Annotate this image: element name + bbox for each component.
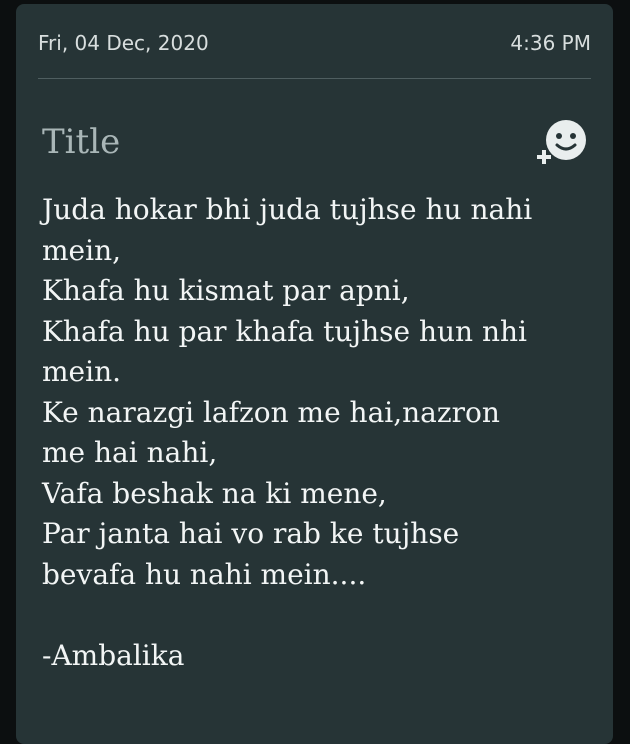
note-line: -Ambalika: [42, 638, 185, 672]
note-title[interactable]: Title: [42, 122, 120, 162]
note-header: Fri, 04 Dec, 2020 4:36 PM: [38, 26, 591, 60]
note-line: Khafa hu par khafa tujhse hun nhi: [42, 314, 527, 348]
note-line: Vafa beshak na ki mene,: [42, 476, 387, 510]
note-line: mein.: [42, 355, 122, 388]
add-emoji-icon[interactable]: [537, 118, 587, 170]
note-line: Juda hokar bhi juda tujhse hu nahi: [42, 193, 533, 226]
note-line: Ke narazgi lafzon me hai,nazron: [42, 395, 500, 429]
note-line: bevafa hu nahi mein....: [42, 557, 367, 591]
note-time: 4:36 PM: [510, 31, 591, 55]
note-line: me hai nahi,: [42, 436, 218, 469]
note-line: Khafa hu kismat par apni,: [42, 274, 410, 307]
header-divider: [38, 78, 591, 79]
note-line: Par janta hai vo rab ke tujhse: [42, 517, 460, 550]
note-line: mein,: [42, 233, 122, 267]
note-date: Fri, 04 Dec, 2020: [38, 31, 209, 55]
note-card: Fri, 04 Dec, 2020 4:36 PM Title Juda hok…: [16, 4, 613, 744]
note-line: [42, 595, 592, 636]
note-body[interactable]: Juda hokar bhi juda tujhse hu nahi mein, K…: [42, 190, 592, 676]
